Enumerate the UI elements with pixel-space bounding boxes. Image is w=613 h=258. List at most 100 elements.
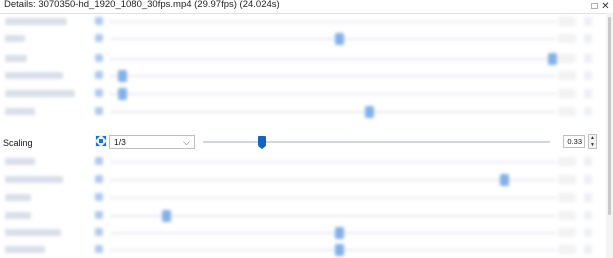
blurred-thumb bbox=[118, 88, 127, 100]
blurred-track bbox=[110, 38, 556, 40]
scaling-value: 0.33 bbox=[567, 137, 582, 146]
blurred-icon bbox=[95, 211, 103, 219]
blurred-spin bbox=[558, 89, 576, 98]
window-title: Details: 3070350-hd_1920_1080_30fps.mp4 … bbox=[4, 0, 280, 10]
blurred-spin bbox=[558, 175, 576, 184]
blurred-label bbox=[5, 194, 31, 201]
scaling-label: Scaling bbox=[3, 138, 33, 148]
blurred-thumb bbox=[335, 227, 344, 239]
blurred-label bbox=[5, 90, 75, 97]
chevron-down-icon[interactable]: ⌵ bbox=[183, 137, 190, 148]
blurred-track bbox=[110, 215, 556, 217]
blurred-label bbox=[5, 108, 35, 115]
blurred-spin bbox=[558, 71, 576, 80]
blurred-row bbox=[0, 171, 606, 188]
blurred-row bbox=[0, 153, 606, 170]
blurred-spin-btn bbox=[584, 107, 592, 116]
blurred-spin-btn bbox=[584, 228, 592, 237]
blurred-row bbox=[0, 207, 606, 224]
blurred-icon bbox=[95, 107, 103, 115]
blurred-spin bbox=[558, 245, 576, 254]
blurred-spin bbox=[558, 193, 576, 202]
blurred-label bbox=[5, 35, 25, 42]
blurred-spin-btn bbox=[584, 34, 592, 43]
blurred-spin-btn bbox=[584, 71, 592, 80]
blurred-thumb bbox=[162, 210, 171, 222]
blurred-track bbox=[110, 179, 556, 181]
blurred-track bbox=[110, 249, 556, 251]
blurred-track bbox=[110, 111, 556, 113]
blurred-thumb bbox=[335, 33, 344, 45]
blurred-spin bbox=[558, 34, 576, 43]
blurred-track bbox=[110, 232, 556, 234]
blurred-spin bbox=[558, 107, 576, 116]
scaling-slider-thumb[interactable] bbox=[257, 136, 266, 149]
restore-icon[interactable]: □ bbox=[590, 2, 599, 12]
blurred-spin-btn bbox=[584, 157, 592, 166]
spin-down-icon[interactable]: ▼ bbox=[589, 142, 596, 148]
blurred-icon bbox=[95, 157, 103, 165]
blurred-row bbox=[0, 85, 606, 102]
blurred-icon bbox=[95, 17, 103, 25]
blurred-label bbox=[5, 158, 35, 165]
close-icon[interactable]: ✕ bbox=[601, 2, 610, 12]
blurred-thumb bbox=[118, 70, 127, 82]
blurred-thumb bbox=[500, 174, 509, 186]
blurred-row bbox=[0, 241, 606, 258]
scaling-combo-value: 1/3 bbox=[114, 137, 126, 147]
blurred-spin-btn bbox=[584, 89, 592, 98]
blurred-label bbox=[5, 18, 67, 25]
scaling-spinner[interactable]: ▲ ▼ bbox=[588, 134, 597, 149]
blurred-icon bbox=[95, 34, 103, 42]
scale-arrows-icon[interactable] bbox=[95, 135, 107, 147]
blurred-row bbox=[0, 67, 606, 84]
blurred-thumb bbox=[548, 53, 557, 65]
spin-up-icon[interactable]: ▲ bbox=[589, 135, 596, 141]
blurred-label bbox=[5, 55, 27, 62]
blurred-spin bbox=[558, 157, 576, 166]
title-bar: Details: 3070350-hd_1920_1080_30fps.mp4 … bbox=[0, 0, 613, 14]
blurred-icon bbox=[95, 71, 103, 79]
window-buttons: □ ✕ bbox=[590, 0, 610, 13]
blurred-label bbox=[5, 212, 31, 219]
blurred-thumb bbox=[365, 106, 374, 118]
blurred-spin-btn bbox=[584, 175, 592, 184]
blurred-label bbox=[5, 246, 45, 253]
blurred-track bbox=[110, 21, 556, 23]
blurred-label bbox=[5, 72, 63, 79]
blurred-label bbox=[5, 229, 61, 236]
scrollbar-thumb[interactable] bbox=[608, 17, 611, 215]
blurred-spin-btn bbox=[584, 245, 592, 254]
blurred-track bbox=[110, 58, 556, 60]
blurred-row bbox=[0, 103, 606, 120]
blurred-row bbox=[0, 189, 606, 206]
blurred-row bbox=[0, 30, 606, 47]
blurred-spin bbox=[558, 228, 576, 237]
blurred-spin bbox=[558, 54, 576, 63]
blurred-label bbox=[5, 176, 63, 183]
scaling-row: Scaling 1/3 ⌵ 0.33 ▲ ▼ bbox=[0, 132, 606, 153]
blurred-track bbox=[110, 93, 556, 95]
blurred-icon bbox=[95, 89, 103, 97]
blurred-icon bbox=[95, 228, 103, 236]
scaling-value-field[interactable]: 0.33 bbox=[563, 135, 585, 148]
blurred-icon bbox=[95, 175, 103, 183]
blurred-track bbox=[110, 197, 556, 199]
scaling-slider-track[interactable] bbox=[203, 141, 550, 143]
vertical-scrollbar[interactable] bbox=[606, 13, 613, 258]
blurred-icon bbox=[95, 193, 103, 201]
blurred-row bbox=[0, 50, 606, 67]
blurred-spin bbox=[558, 211, 576, 220]
blurred-spin-btn bbox=[584, 211, 592, 220]
blurred-icon bbox=[95, 54, 103, 62]
blurred-spin-btn bbox=[584, 193, 592, 202]
blurred-spin-btn bbox=[584, 17, 592, 26]
blurred-track bbox=[110, 161, 556, 163]
blurred-icon bbox=[95, 245, 103, 253]
blurred-thumb bbox=[335, 244, 344, 256]
blurred-row bbox=[0, 13, 606, 30]
scaling-combo[interactable]: 1/3 ⌵ bbox=[109, 135, 195, 149]
blurred-spin bbox=[558, 17, 576, 26]
blurred-track bbox=[110, 75, 556, 77]
blurred-row bbox=[0, 224, 606, 241]
